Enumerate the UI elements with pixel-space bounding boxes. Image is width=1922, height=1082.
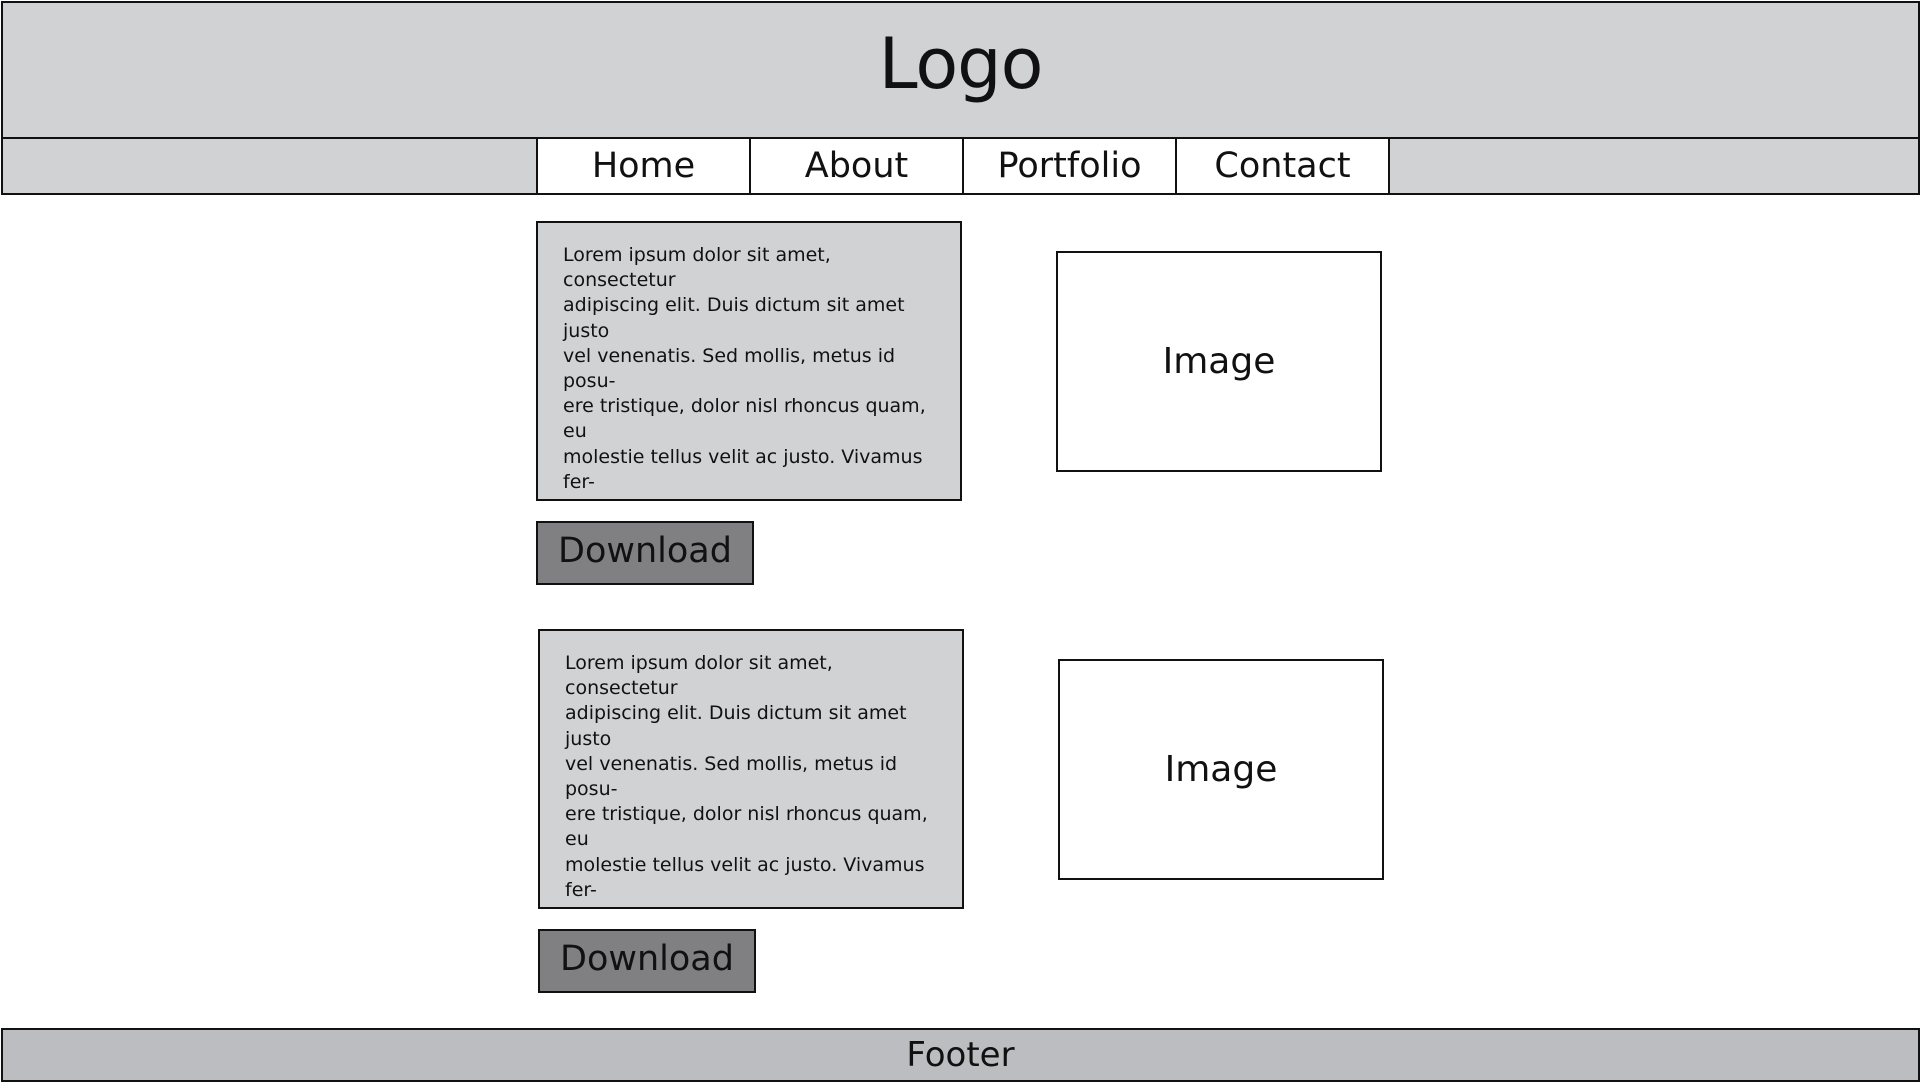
image-placeholder-2: Image (1058, 659, 1384, 880)
header: Logo (1, 1, 1920, 139)
image-placeholder-label: Image (1164, 749, 1278, 790)
nav-item-about[interactable]: About (749, 139, 964, 195)
image-placeholder-label: Image (1162, 341, 1276, 382)
text-block-1: Lorem ipsum dolor sit amet, consectetur … (536, 221, 962, 501)
page: Logo Home About Portfolio Contact Lorem … (0, 0, 1922, 1082)
footer-label: Footer (906, 1035, 1015, 1075)
nav-item-contact[interactable]: Contact (1175, 139, 1390, 195)
nav-item-portfolio[interactable]: Portfolio (962, 139, 1177, 195)
logo: Logo (878, 23, 1044, 105)
footer: Footer (1, 1028, 1920, 1082)
nav-item-home[interactable]: Home (536, 139, 751, 195)
image-placeholder-1: Image (1056, 251, 1382, 472)
download-button-1[interactable]: Download (536, 521, 754, 585)
text-block-2: Lorem ipsum dolor sit amet, consectetur … (538, 629, 964, 909)
download-button-2[interactable]: Download (538, 929, 756, 993)
nav-menu: Home About Portfolio Contact (536, 139, 1390, 195)
